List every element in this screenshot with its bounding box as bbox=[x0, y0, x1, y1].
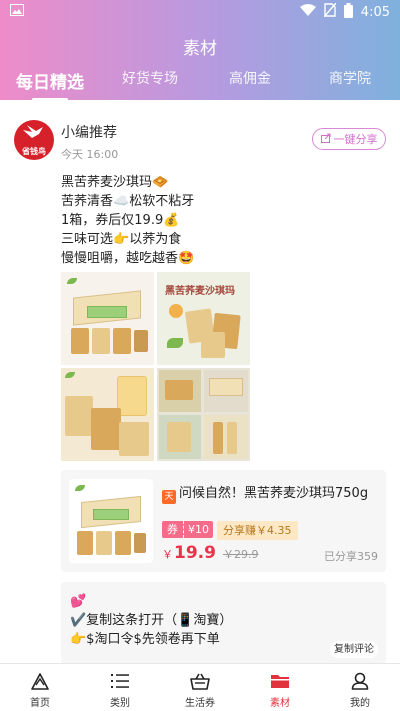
shared-count: 已分享359 bbox=[324, 550, 378, 563]
post-line: 三味可选👉以荞为食 bbox=[61, 232, 182, 247]
nav-mine[interactable]: 我的 bbox=[320, 664, 400, 711]
post-line: 1箱，券后仅19.9💰 bbox=[61, 213, 180, 228]
product-image-1[interactable] bbox=[61, 272, 154, 365]
price: ￥ 19.9 ￥29.9 bbox=[162, 543, 259, 563]
tab-business-school[interactable]: 商学院 bbox=[300, 68, 400, 93]
header: 4:05 素材 每日精选 好货专场 高佣金 商学院 bbox=[0, 0, 400, 101]
share-label: 一键分享 bbox=[333, 133, 378, 146]
battery-icon bbox=[343, 2, 353, 22]
folder-icon bbox=[269, 671, 291, 691]
image-icon bbox=[10, 4, 24, 20]
tmall-tag: 天 bbox=[162, 490, 176, 504]
clock: 4:05 bbox=[360, 4, 390, 20]
one-click-share-button[interactable]: 一键分享 bbox=[312, 128, 386, 150]
post-line: 慢慢咀嚼，越吃越香🤩 bbox=[61, 251, 195, 266]
product-image-4[interactable] bbox=[157, 368, 250, 461]
product-card[interactable]: 天问候自然！黑苦荞麦沙琪玛750g 券 ¥10 分享赚￥4.35 ￥ 19.9 ￥… bbox=[61, 470, 386, 572]
page-title: 素材 bbox=[183, 39, 217, 59]
comment-text: 💕 ✔️复制这条打开（📱淘寶） 👉$淘口令$先领卷再下单 bbox=[70, 594, 233, 647]
post-time: 今天 16:00 bbox=[61, 148, 119, 161]
post-line: 苦荞清香☁️松软不粘牙 bbox=[61, 194, 195, 209]
tab-good-goods[interactable]: 好货专场 bbox=[100, 68, 200, 93]
product-image-2[interactable]: 黑苦荞麦沙琪玛 bbox=[157, 272, 250, 365]
product-thumbnail[interactable] bbox=[69, 479, 153, 563]
tab-bar: 每日精选 好货专场 高佣金 商学院 bbox=[0, 68, 400, 101]
product-image-3[interactable] bbox=[61, 368, 154, 461]
nav-life-coupons[interactable]: 生活券 bbox=[160, 664, 240, 711]
tab-high-commission[interactable]: 高佣金 bbox=[200, 68, 300, 93]
share-icon bbox=[320, 133, 332, 146]
basket-icon bbox=[189, 671, 211, 691]
avatar[interactable]: 省钱鸟 bbox=[14, 120, 54, 160]
feed[interactable]: 省钱鸟 小编推荐 今天 16:00 一键分享 黑苦荞麦沙琪玛🧇 苦荞清香☁️松软… bbox=[0, 100, 400, 663]
comment-card: 💕 ✔️复制这条打开（📱淘寶） 👉$淘口令$先领卷再下单 复制评论 bbox=[61, 582, 386, 663]
status-bar: 4:05 bbox=[0, 0, 400, 24]
home-triangle-icon bbox=[29, 671, 51, 691]
post-line: 黑苦荞麦沙琪玛🧇 bbox=[61, 175, 169, 190]
bird-logo-icon bbox=[23, 124, 45, 145]
original-price: ￥29.9 bbox=[222, 548, 259, 561]
share-earn-badge: 分享赚￥4.35 bbox=[217, 521, 298, 540]
list-icon bbox=[109, 671, 131, 691]
coupon-badge: 券 ¥10 bbox=[162, 521, 213, 538]
person-icon bbox=[349, 671, 371, 691]
copy-comment-button[interactable]: 复制评论 bbox=[330, 641, 378, 658]
price-value: 19.9 bbox=[174, 543, 216, 563]
post-text: 黑苦荞麦沙琪玛🧇 苦荞清香☁️松软不粘牙 1箱，券后仅19.9💰 三味可选👉以荞… bbox=[61, 173, 381, 268]
wifi-icon bbox=[299, 4, 316, 20]
nav-category[interactable]: 类别 bbox=[80, 664, 160, 711]
post-header: 省钱鸟 小编推荐 今天 16:00 一键分享 bbox=[14, 120, 386, 164]
nav-materials[interactable]: 素材 bbox=[240, 664, 320, 711]
avatar-label: 省钱鸟 bbox=[22, 147, 46, 156]
no-sim-icon bbox=[323, 2, 337, 21]
post-author: 小编推荐 bbox=[61, 125, 117, 141]
bottom-nav: 首页 类别 生活券 素材 我的 bbox=[0, 663, 400, 711]
tab-daily-picks[interactable]: 每日精选 bbox=[0, 68, 100, 101]
product-title: 天问候自然！黑苦荞麦沙琪玛750g bbox=[162, 482, 382, 504]
nav-home[interactable]: 首页 bbox=[0, 664, 80, 711]
